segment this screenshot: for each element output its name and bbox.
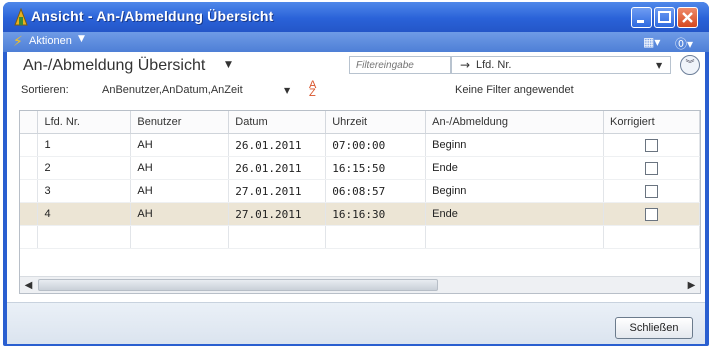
actions-menu[interactable]: Aktionen xyxy=(29,35,72,47)
minimize-button[interactable] xyxy=(631,7,652,28)
help-icon[interactable]: ⓪▾ xyxy=(675,35,693,52)
cell-lfd-nr: 2 xyxy=(37,156,132,180)
cell-uhrzeit: 06:08:57 xyxy=(325,179,427,203)
cell-lfd-nr: 3 xyxy=(37,179,132,203)
row-selector[interactable] xyxy=(20,179,39,203)
cell-uhrzeit: 07:00:00 xyxy=(325,133,427,157)
column-header-benutzer[interactable]: Benutzer xyxy=(130,111,230,134)
title-bar[interactable]: Ansicht - An-/Abmeldung Übersicht xyxy=(3,2,709,32)
window: Ansicht - An-/Abmeldung Übersicht ⚡ Akti… xyxy=(3,2,709,346)
chevron-down-icon[interactable]: ▼ xyxy=(78,34,85,44)
korrigiert-checkbox[interactable] xyxy=(645,207,658,221)
table-row-selected[interactable]: 4 AH 27.01.2011 16:16:30 Ende xyxy=(20,202,700,226)
row-selector[interactable] xyxy=(20,156,39,180)
table-header-row: Lfd. Nr. Benutzer Datum Uhrzeit An-/Abme… xyxy=(20,111,700,134)
close-icon xyxy=(682,12,693,23)
filter-field-select[interactable]: → Lfd. Nr. ▼ xyxy=(451,56,671,74)
maximize-icon xyxy=(658,11,671,23)
cell-benutzer: AH xyxy=(130,202,230,226)
sort-order-icon[interactable]: AZ xyxy=(309,80,316,99)
column-header-lfd-nr[interactable]: Lfd. Nr. xyxy=(37,111,132,134)
column-header-uhrzeit[interactable]: Uhrzeit xyxy=(325,111,427,134)
cell-uhrzeit: 16:16:30 xyxy=(325,202,427,226)
scroll-left-icon[interactable]: ◀ xyxy=(20,277,37,293)
filter-input[interactable] xyxy=(349,56,451,74)
column-header-datum[interactable]: Datum xyxy=(228,111,327,134)
row-selector-header xyxy=(20,111,39,134)
row-selector[interactable] xyxy=(20,202,39,226)
table-row-empty xyxy=(20,225,700,249)
cell-datum: 26.01.2011 xyxy=(228,133,327,157)
cell-korrigiert xyxy=(603,133,700,157)
arrow-right-icon: → xyxy=(460,58,471,72)
minimize-icon xyxy=(637,20,644,23)
app-icon xyxy=(14,8,28,26)
chevron-down-icon[interactable]: ▼ xyxy=(225,60,232,70)
chevron-down-icon: ▼ xyxy=(656,61,663,70)
cell-datum: 27.01.2011 xyxy=(228,202,327,226)
lightning-icon: ⚡ xyxy=(13,34,23,50)
maximize-button[interactable] xyxy=(654,7,675,28)
footer-bar: Schließen xyxy=(7,302,705,344)
cell-korrigiert xyxy=(603,156,700,180)
cell-an-abmeldung: Ende xyxy=(425,156,605,180)
cell-an-abmeldung: Ende xyxy=(425,202,605,226)
window-title: Ansicht - An-/Abmeldung Übersicht xyxy=(31,8,274,24)
expand-filter-button[interactable]: ︾ xyxy=(680,55,700,75)
horizontal-scrollbar[interactable]: ◀ ▶ xyxy=(20,276,700,293)
close-window-button[interactable] xyxy=(677,7,698,28)
table-row[interactable]: 1 AH 26.01.2011 07:00:00 Beginn xyxy=(20,133,700,157)
table-row[interactable]: 3 AH 27.01.2011 06:08:57 Beginn xyxy=(20,179,700,203)
chevron-down-icon[interactable]: ▼ xyxy=(284,86,290,95)
column-header-an-abmeldung[interactable]: An-/Abmeldung xyxy=(425,111,605,134)
filter-status-text: Keine Filter angewendet xyxy=(455,84,574,96)
table-row[interactable]: 2 AH 26.01.2011 16:15:50 Ende xyxy=(20,156,700,180)
cell-benutzer: AH xyxy=(130,179,230,203)
korrigiert-checkbox[interactable] xyxy=(645,161,658,175)
cell-korrigiert xyxy=(603,202,700,226)
action-bar: ⚡ Aktionen ▼ ▦▾ ⓪▾ xyxy=(3,32,709,52)
cell-datum: 26.01.2011 xyxy=(228,156,327,180)
column-header-korrigiert[interactable]: Korrigiert xyxy=(603,111,700,134)
cell-lfd-nr: 1 xyxy=(37,133,132,157)
cell-benutzer: AH xyxy=(130,156,230,180)
filter-field-value: Lfd. Nr. xyxy=(476,59,512,71)
data-grid: Lfd. Nr. Benutzer Datum Uhrzeit An-/Abme… xyxy=(19,110,701,294)
close-button[interactable]: Schließen xyxy=(615,317,693,339)
row-selector[interactable] xyxy=(20,133,39,157)
cell-lfd-nr: 4 xyxy=(37,202,132,226)
content-area: An-/Abmeldung Übersicht ▼ → Lfd. Nr. ▼ ︾… xyxy=(7,52,705,344)
sort-select[interactable]: AnBenutzer,AnDatum,AnZeit xyxy=(102,84,243,96)
scroll-right-icon[interactable]: ▶ xyxy=(683,277,700,293)
korrigiert-checkbox[interactable] xyxy=(645,138,658,152)
page-title[interactable]: An-/Abmeldung Übersicht xyxy=(23,57,205,75)
cell-korrigiert xyxy=(603,179,700,203)
cell-datum: 27.01.2011 xyxy=(228,179,327,203)
cell-an-abmeldung: Beginn xyxy=(425,179,605,203)
sort-label: Sortieren: xyxy=(21,84,69,96)
cell-an-abmeldung: Beginn xyxy=(425,133,605,157)
cell-benutzer: AH xyxy=(130,133,230,157)
korrigiert-checkbox[interactable] xyxy=(645,184,658,198)
scrollbar-thumb[interactable] xyxy=(38,279,438,291)
cell-uhrzeit: 16:15:50 xyxy=(325,156,427,180)
window-menu-icon[interactable]: ▦▾ xyxy=(643,35,660,49)
